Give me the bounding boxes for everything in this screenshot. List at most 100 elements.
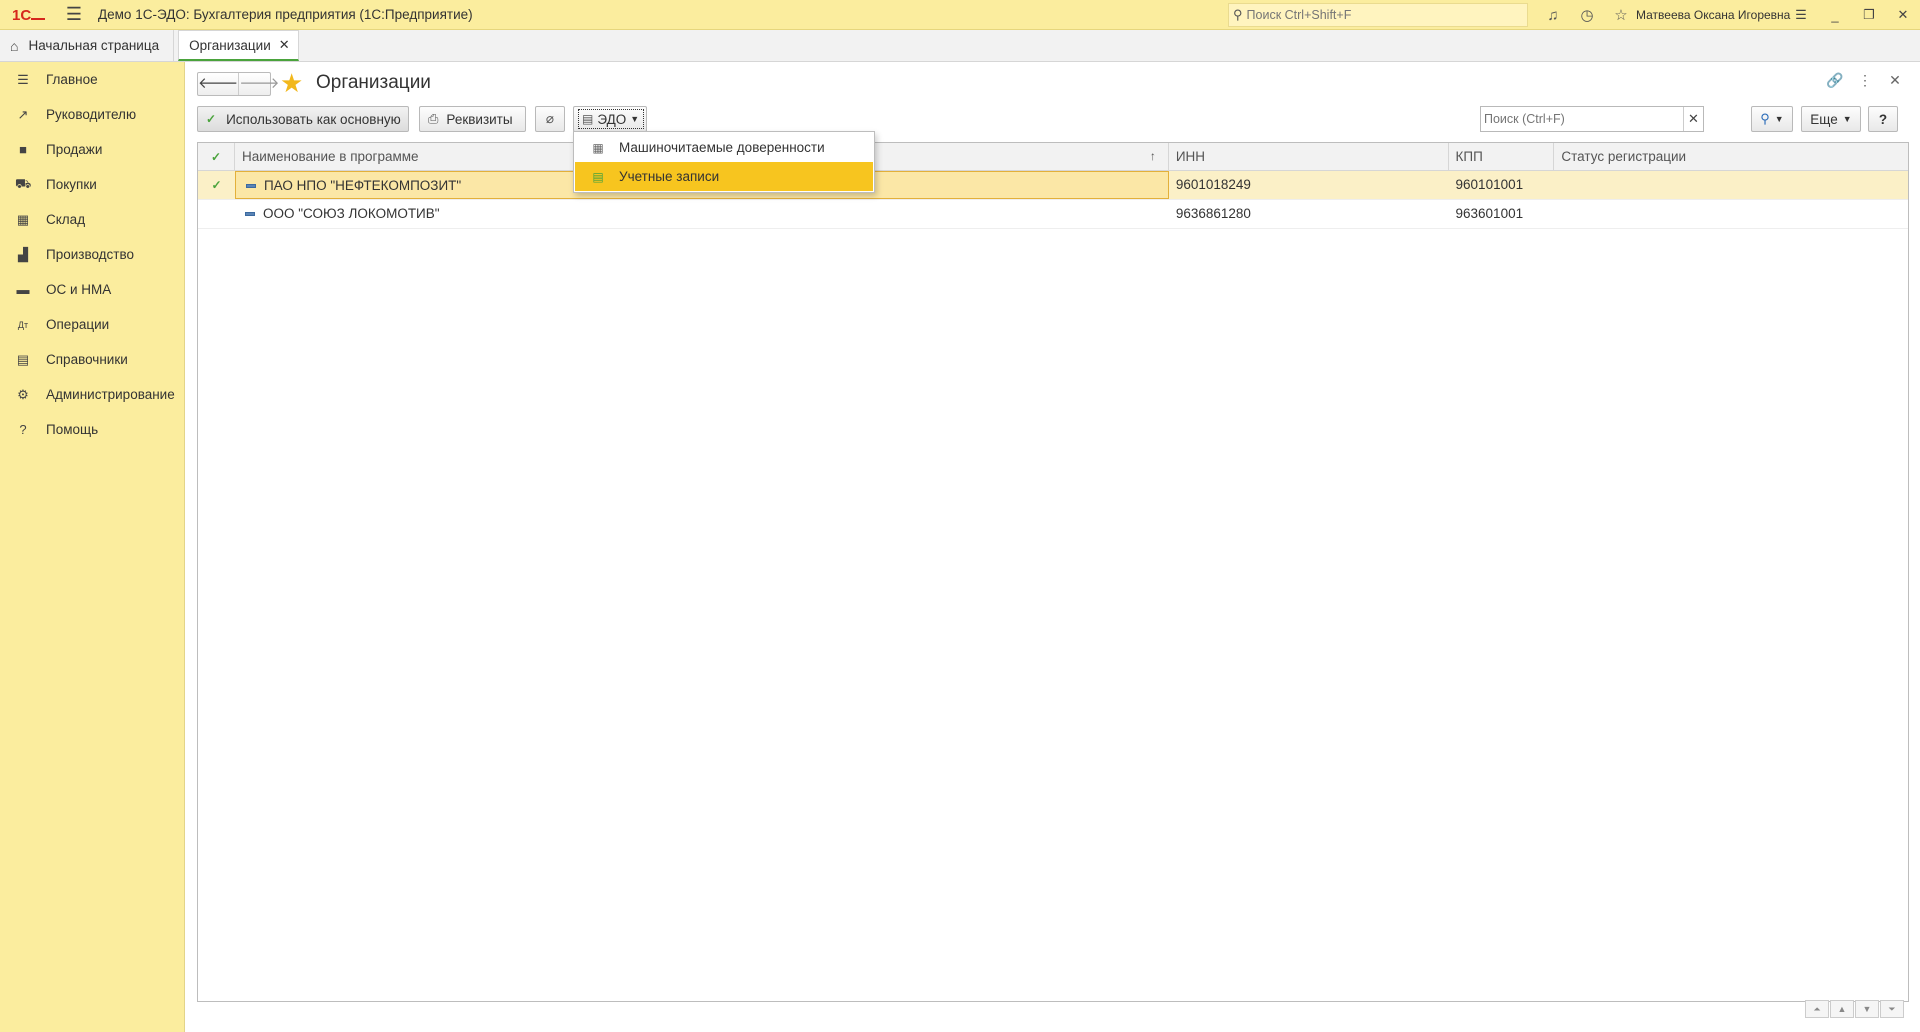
column-header-inn[interactable]: ИНН [1169,143,1449,170]
sidebar-item-production[interactable]: ▟ Производство [0,237,184,272]
1c-logo: 1С [12,5,46,25]
global-search-input[interactable] [1246,8,1507,22]
main-flag-cell [198,200,235,228]
sidebar-item-label: ОС и НМА [46,282,112,297]
tab-bar: ⌂ Начальная страница Организации ✕ [0,30,1920,62]
chevron-down-icon: ▼ [1842,114,1852,124]
sidebar-item-warehouse[interactable]: ▦ Склад [0,202,184,237]
sidebar-item-sales[interactable]: ■ Продажи [0,132,184,167]
star-icon[interactable]: ☆ [1604,6,1638,24]
title-bar: 1С ☰ Демо 1С-ЭДО: Бухгалтерия предприяти… [0,0,1920,30]
tab-organizations-label: Организации [189,37,271,53]
books-icon: ▤ [16,351,30,367]
close-form-icon[interactable]: ✕ [1880,72,1910,89]
sidebar-item-references[interactable]: ▤ Справочники [0,342,184,377]
status-cell [1554,200,1908,228]
paperclip-icon: ⌀ [545,111,555,126]
settings-menu-icon[interactable]: ☰ [1784,7,1818,23]
organizations-table[interactable]: ✓ Наименование в программе ↑ ИНН КПП Стат… [197,142,1909,1002]
help-label: ? [1878,111,1888,127]
truck-icon: ▬ [16,282,30,297]
scroll-page-down-icon[interactable]: ▼ [1855,1000,1879,1018]
search-icon: ⚲ [1760,111,1770,126]
sidebar-item-label: Справочники [46,352,128,367]
sidebar-item-main[interactable]: ☰ Главное [0,62,184,97]
close-icon[interactable]: ✕ [1886,7,1920,23]
favorite-star-icon[interactable]: ★ [280,70,303,96]
app-title: Демо 1С-ЭДО: Бухгалтерия предприятия (1С… [98,7,473,22]
scroll-bottom-icon[interactable]: ⏷ [1880,1000,1904,1018]
user-name[interactable]: Матвеева Оксана Игоревна [1636,8,1790,22]
scroll-page-up-icon[interactable]: ▲ [1830,1000,1854,1018]
edo-dropdown-menu: ▦ Машиночитаемые доверенности ▤ Учетные … [573,131,875,193]
list-search-input[interactable] [1481,107,1683,131]
sidebar-item-label: Продажи [46,142,103,157]
tab-organizations[interactable]: Организации ✕ [178,30,299,61]
sidebar-item-purchases[interactable]: ⛟ Покупки [0,167,184,202]
sidebar-item-manager[interactable]: ↗ Руководителю [0,97,184,132]
list-search[interactable]: ✕ [1480,106,1704,132]
back-arrow-icon[interactable]: 🡐 [198,73,238,95]
cart-icon: ⛟ [15,175,32,191]
find-button[interactable]: ⚲ ▼ [1751,106,1793,132]
org-icon [245,184,256,189]
svg-text:1С: 1С [12,7,31,23]
main-menu-icon[interactable]: ☰ [64,4,84,25]
edo-label: ЭДО [597,111,627,127]
edo-icon: ▤ [582,112,594,126]
sidebar-item-assets[interactable]: ▬ ОС и НМА [0,272,184,307]
tab-home-label: Начальная страница [28,38,160,53]
gear-icon: ⚙ [17,386,29,402]
table-icon: ▦ [592,140,604,155]
history-nav: 🡐 🡒 [197,72,279,96]
use-as-main-button[interactable]: ✓ Использовать как основную [197,106,409,132]
edo-button[interactable]: ▤ ЭДО ▼ [573,106,647,132]
menu-item-accounts[interactable]: ▤ Учетные записи [575,162,873,191]
help-button[interactable]: ? [1868,106,1898,132]
forward-arrow-icon[interactable]: 🡒 [238,73,279,95]
list-scroll-nav: ⏶ ▲ ▼ ⏷ [1804,1000,1904,1018]
main-column-header[interactable]: ✓ [198,143,235,170]
check-icon: ✓ [206,112,217,126]
column-header-kpp[interactable]: КПП [1449,143,1555,170]
sidebar-item-label: Операции [46,317,110,332]
sidebar-item-label: Помощь [46,422,99,437]
sort-asc-icon: ↑ [1149,149,1156,163]
minimize-icon[interactable]: _ [1818,8,1852,23]
form-actions: 🔗 ⋮ ✕ [1820,72,1910,89]
name-cell[interactable]: ООО "СОЮЗ ЛОКОМОТИВ" [235,200,1169,228]
sidebar-item-administration[interactable]: ⚙ Администрирование [0,377,184,412]
link-icon[interactable]: 🔗 [1820,72,1850,89]
home-icon: ⌂ [10,37,19,54]
tab-home[interactable]: ⌂ Начальная страница [0,30,175,61]
scroll-top-icon[interactable]: ⏶ [1805,1000,1829,1018]
menu-icon: ☰ [17,71,29,87]
inn-cell: 9636861280 [1175,206,1251,221]
dt-kt-icon: Дт [17,319,29,330]
menu-item-machine-readable-poa[interactable]: ▦ Машиночитаемые доверенности [575,133,873,162]
more-vertical-icon[interactable]: ⋮ [1850,72,1880,89]
main-form: 🡐 🡒 ★ Организации 🔗 ⋮ ✕ ✓ Использовать к… [186,62,1920,1032]
kpp-cell: 960101001 [1455,177,1524,192]
chevron-down-icon: ▼ [1774,114,1784,124]
sidebar-item-operations[interactable]: Дт Операции [0,307,184,342]
global-search[interactable]: ⚲ [1228,3,1528,27]
org-icon [244,212,255,217]
warehouse-icon: ▦ [16,211,30,227]
history-icon[interactable]: ◷ [1570,6,1604,24]
sidebar-item-help[interactable]: ? Помощь [0,412,184,447]
kpp-cell: 963601001 [1455,206,1524,221]
close-tab-icon[interactable]: ✕ [279,37,290,53]
requisites-button[interactable]: ⎙ Реквизиты [419,106,526,132]
sidebar-item-label: Руководителю [46,107,137,122]
table-row[interactable]: ✓ ПАО НПО "НЕФТЕКОМПОЗИТ" 9601018249 960… [198,171,1908,200]
table-row[interactable]: ООО "СОЮЗ ЛОКОМОТИВ" 9636861280 96360100… [198,200,1908,229]
column-header-status[interactable]: Статус регистрации [1554,143,1908,170]
restore-icon[interactable]: ❐ [1852,7,1886,23]
more-button[interactable]: Еще ▼ [1801,106,1861,132]
factory-icon: ▟ [18,246,28,262]
attach-button[interactable]: ⌀ [535,106,565,132]
bell-icon[interactable]: ♫ [1536,7,1570,24]
list-icon: ▤ [592,169,604,184]
clear-search-icon[interactable]: ✕ [1683,107,1703,131]
